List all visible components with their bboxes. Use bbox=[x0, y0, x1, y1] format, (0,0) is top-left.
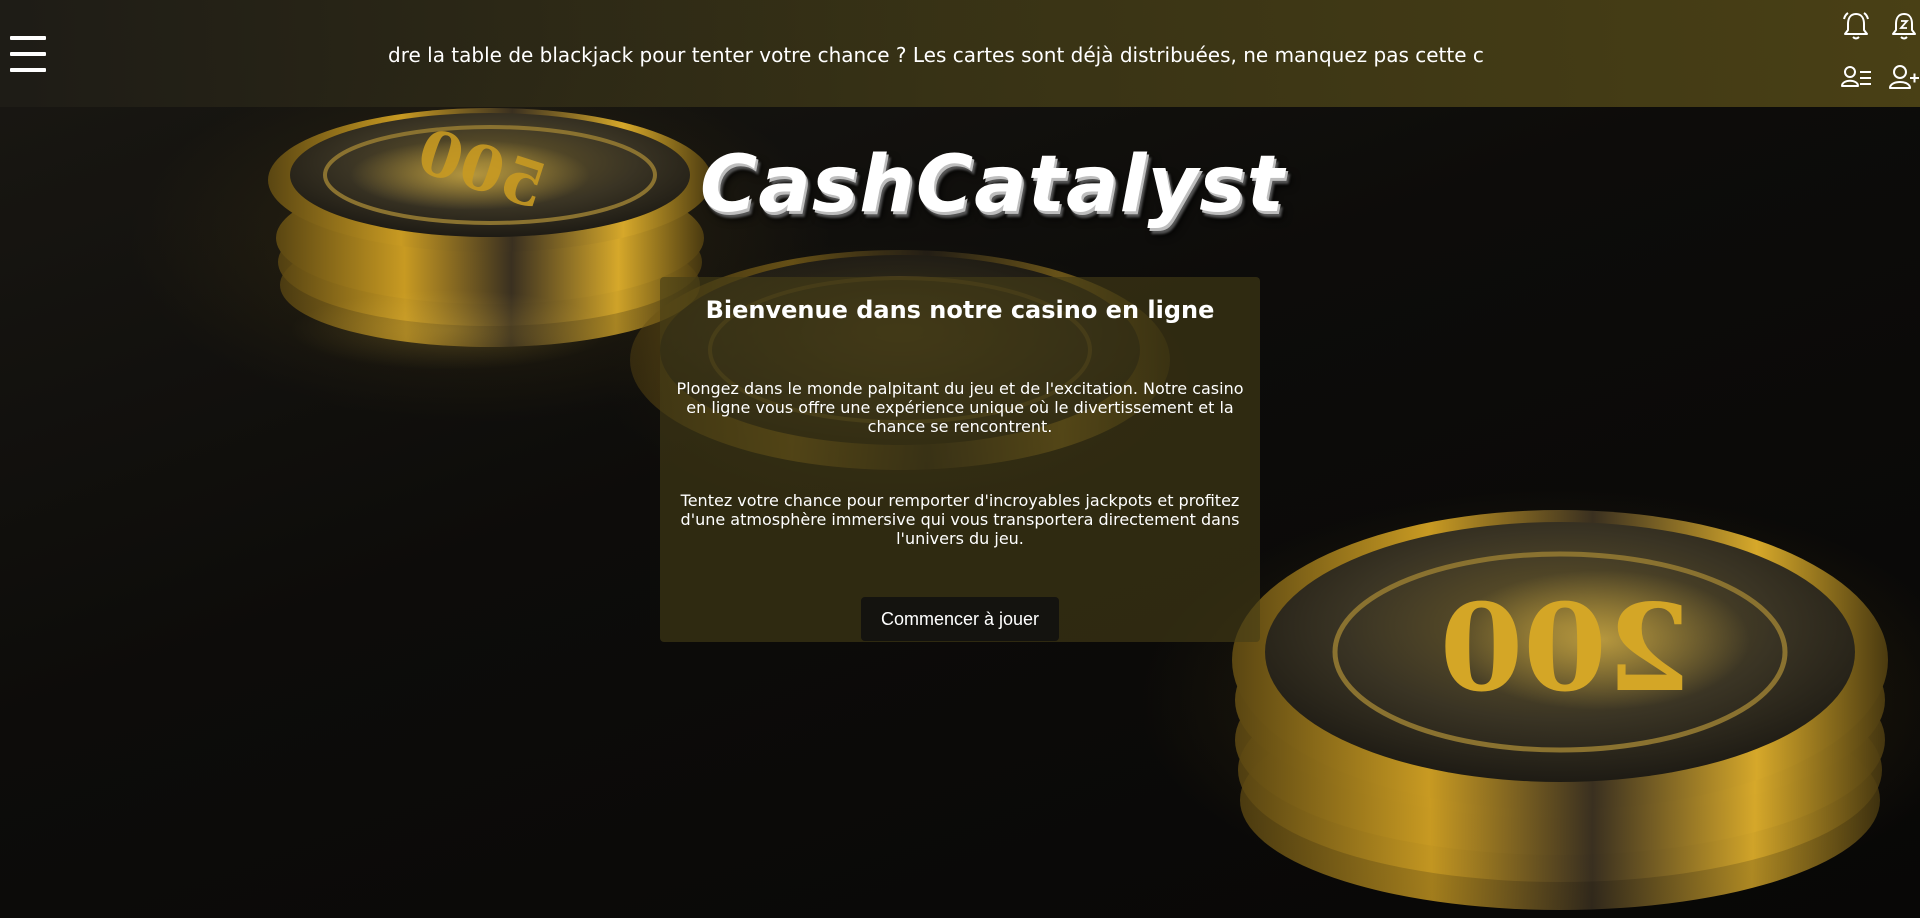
top-bar: dre la table de blackjack pour tenter vo… bbox=[0, 0, 1920, 107]
welcome-card: Bienvenue dans notre casino en ligne Plo… bbox=[660, 277, 1260, 642]
svg-text:200: 200 bbox=[1440, 578, 1691, 719]
user-list-icon[interactable] bbox=[1840, 62, 1872, 94]
hamburger-menu-icon[interactable] bbox=[10, 36, 46, 74]
add-user-icon[interactable] bbox=[1888, 62, 1920, 94]
site-logo: CashCatalyst bbox=[700, 140, 1285, 230]
casino-home-page: 500 200 dre la table de blackjack pour t… bbox=[0, 0, 1920, 918]
welcome-title: Bienvenue dans notre casino en ligne bbox=[705, 296, 1215, 324]
start-playing-button[interactable]: Commencer à jouer bbox=[861, 597, 1059, 641]
welcome-paragraph-1: Plongez dans le monde palpitant du jeu e… bbox=[676, 379, 1244, 436]
welcome-paragraph-2: Tentez votre chance pour remporter d'inc… bbox=[680, 491, 1240, 548]
news-ticker: dre la table de blackjack pour tenter vo… bbox=[388, 40, 1508, 70]
bell-icon[interactable] bbox=[1840, 10, 1872, 42]
chip-stack-bottom-right: 200 bbox=[1232, 510, 1888, 910]
bell-sleep-icon[interactable] bbox=[1888, 10, 1920, 42]
news-ticker-text: dre la table de blackjack pour tenter vo… bbox=[388, 43, 1484, 67]
